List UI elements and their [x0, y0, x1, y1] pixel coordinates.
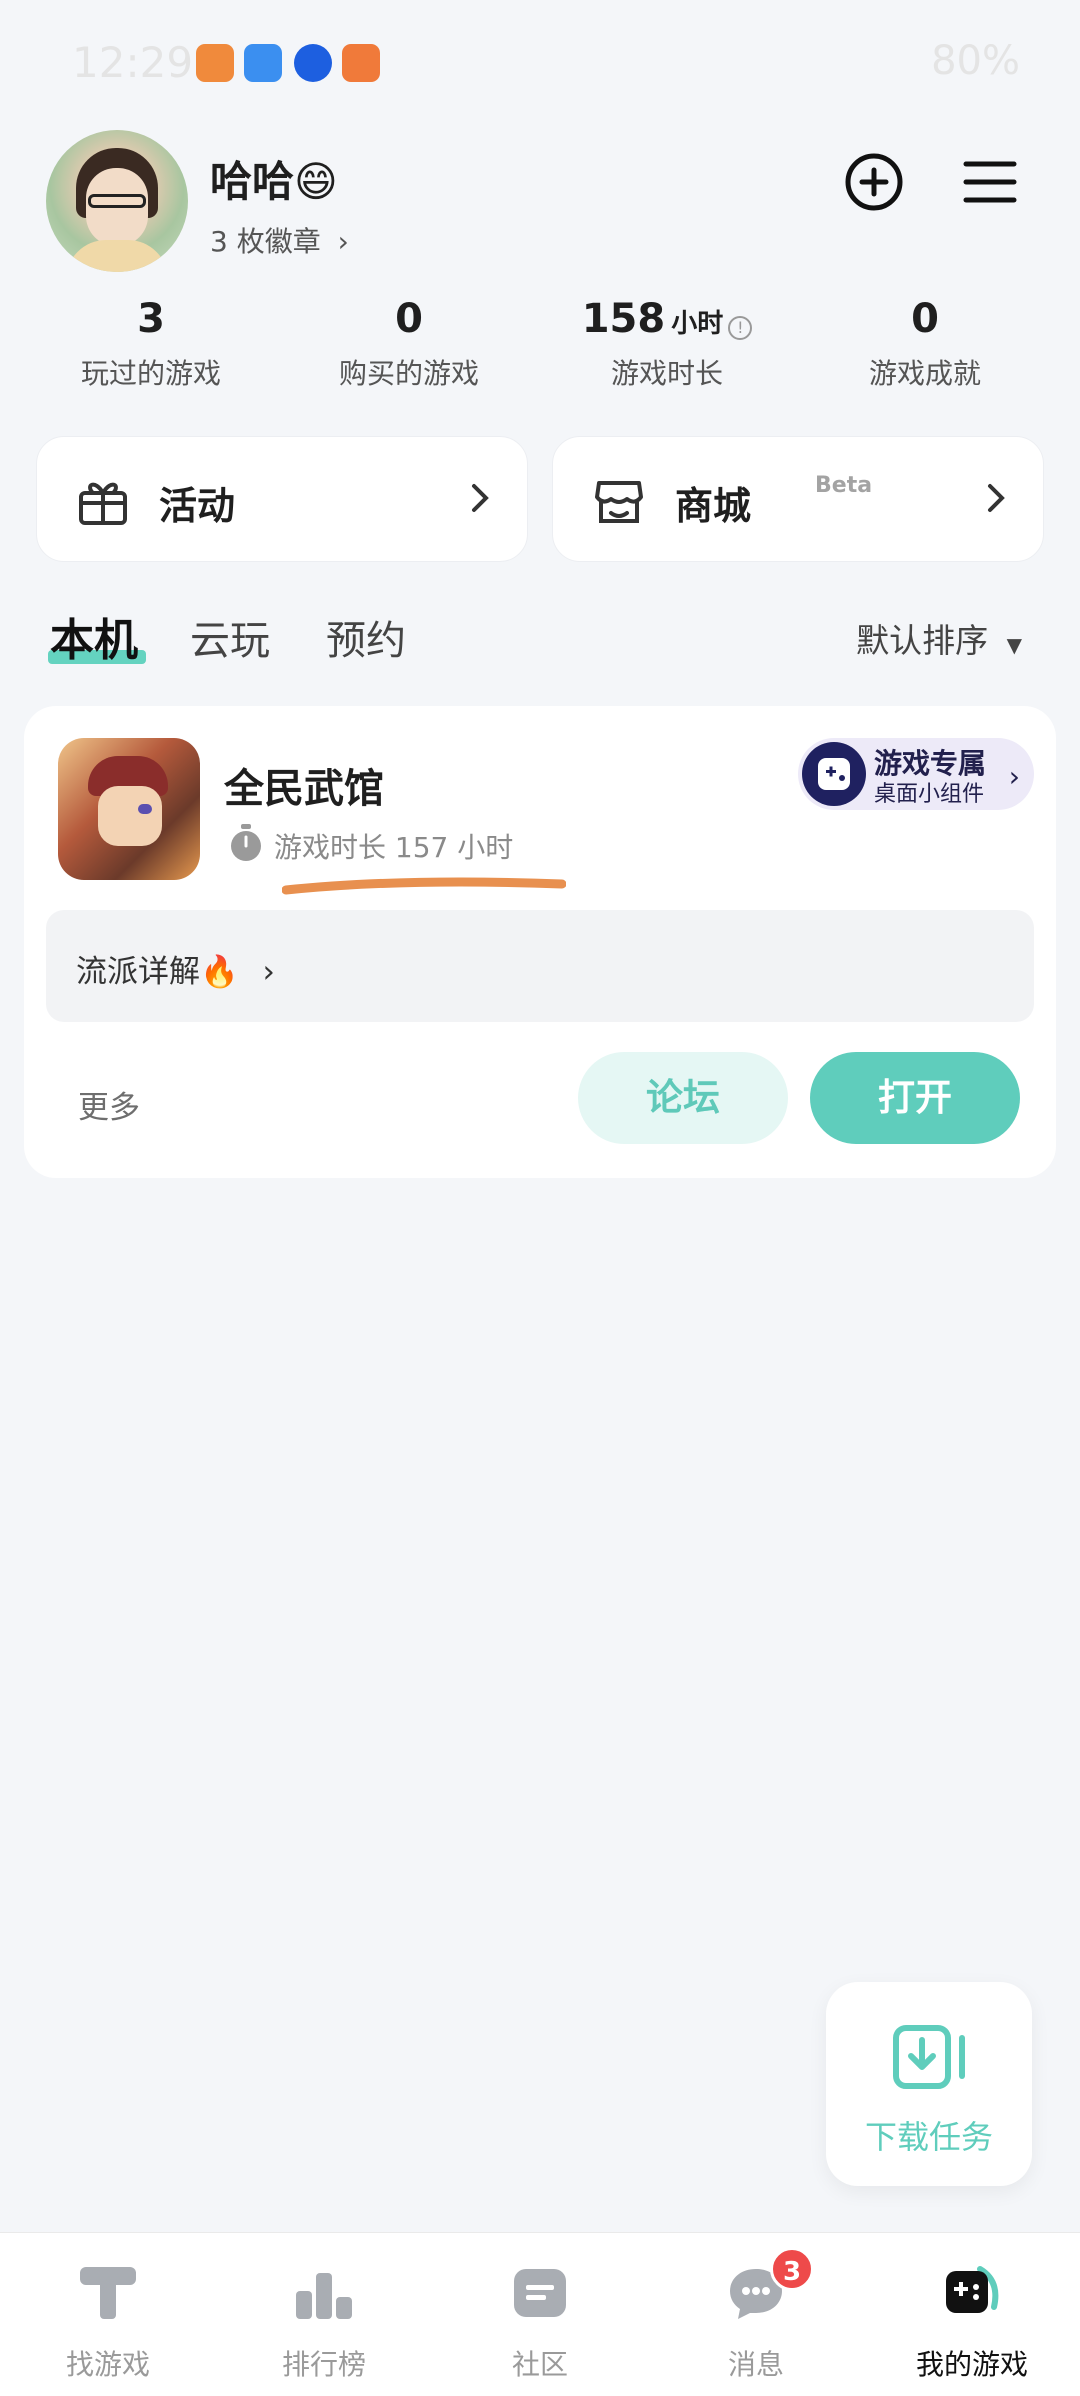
- download-tasks-label: 下载任务: [864, 2118, 993, 2156]
- stat-value: 0: [395, 296, 423, 342]
- chevron-right-icon: ›: [337, 225, 349, 258]
- app-notification-icon: [294, 44, 332, 82]
- download-tasks-button[interactable]: 下载任务: [826, 1982, 1032, 2186]
- gamepad-icon: [802, 742, 866, 806]
- stat-label: 玩过的游戏: [80, 357, 221, 390]
- widget-subtitle: 桌面小组件: [874, 782, 985, 807]
- ranking-icon: [296, 2273, 352, 2319]
- gift-icon: [79, 482, 127, 525]
- guide-link[interactable]: 流派详解🔥 ›: [46, 910, 1034, 1022]
- guide-label: 流派详解🔥: [76, 954, 239, 990]
- app-notification-icon: [342, 44, 380, 82]
- open-button[interactable]: 打开: [810, 1052, 1020, 1144]
- stat-label: 游戏时长: [610, 357, 723, 390]
- stat-achievements[interactable]: 0 游戏成就: [796, 296, 1054, 392]
- nav-ranking[interactable]: 排行榜: [216, 2233, 432, 2396]
- stat-label: 购买的游戏: [338, 357, 479, 390]
- chevron-right-icon: ›: [1008, 760, 1020, 793]
- badges-label: 3 枚徽章: [210, 225, 321, 258]
- stopwatch-icon: [231, 824, 261, 861]
- tab-local[interactable]: 本机: [50, 604, 138, 668]
- tab-reserve[interactable]: 预约: [326, 608, 406, 666]
- notification-badge: 3: [770, 2247, 814, 2291]
- annotation-underline: [282, 877, 566, 895]
- beta-tag: Beta: [815, 473, 873, 498]
- tab-cloud[interactable]: 云玩: [190, 608, 270, 666]
- nav-find-games[interactable]: 找游戏: [0, 2233, 216, 2396]
- add-circle-icon[interactable]: [842, 150, 906, 214]
- nav-messages[interactable]: 3 消息: [648, 2233, 864, 2396]
- stat-played-games[interactable]: 3 玩过的游戏: [22, 296, 280, 392]
- bottom-nav: 找游戏 排行榜 社区 3 消息 我的游戏: [0, 2232, 1080, 2396]
- app-notification-icon: [244, 44, 282, 82]
- nav-label: 我的游戏: [915, 2348, 1028, 2381]
- community-icon: [514, 2269, 566, 2317]
- caret-down-icon: ▼: [1006, 633, 1022, 657]
- chevron-right-icon: [472, 484, 489, 512]
- more-link[interactable]: 更多: [78, 1082, 140, 1127]
- app-notification-icon: [196, 44, 234, 82]
- stat-value: 3: [137, 296, 165, 342]
- status-bar: 12:29 80%: [0, 0, 1080, 130]
- stat-play-time[interactable]: 158 小时 ! 游戏时长: [538, 296, 796, 392]
- game-title[interactable]: 全民武馆: [224, 756, 384, 814]
- nav-label: 社区: [511, 2348, 568, 2381]
- sort-label: 默认排序: [856, 621, 989, 660]
- activity-card[interactable]: 活动: [36, 436, 528, 562]
- chevron-right-icon: ›: [262, 954, 275, 990]
- desktop-widget-button[interactable]: 游戏专属 桌面小组件 ›: [798, 738, 1034, 810]
- info-icon[interactable]: !: [728, 315, 753, 340]
- nav-my-games[interactable]: 我的游戏: [864, 2233, 1080, 2396]
- game-icon[interactable]: [58, 738, 200, 880]
- sort-dropdown[interactable]: 默认排序 ▼: [856, 614, 1022, 662]
- my-games-icon: [946, 2266, 999, 2313]
- forum-button[interactable]: 论坛: [578, 1052, 788, 1144]
- avatar[interactable]: [46, 130, 188, 272]
- stat-value: 158: [581, 296, 666, 342]
- chevron-right-icon: [988, 484, 1005, 512]
- stat-unit: 小时: [671, 309, 724, 339]
- download-icon: [893, 2025, 965, 2089]
- mall-label: 商城: [675, 484, 752, 528]
- game-card[interactable]: 全民武馆 游戏时长 157 小时 游戏专属 桌面小组件 › 流派详解🔥 › 更多…: [24, 706, 1056, 1178]
- mall-card[interactable]: 商城 Beta: [552, 436, 1044, 562]
- menu-icon[interactable]: [958, 150, 1022, 214]
- nav-label: 排行榜: [281, 2348, 366, 2381]
- user-name[interactable]: 哈哈😄: [210, 148, 338, 209]
- store-icon: [595, 481, 643, 523]
- status-battery: 80%: [931, 38, 1020, 84]
- stat-label: 游戏成就: [868, 357, 981, 390]
- status-time: 12:29: [72, 38, 194, 87]
- find-games-icon: [80, 2267, 136, 2319]
- nav-label: 消息: [727, 2348, 784, 2381]
- nav-label: 找游戏: [65, 2348, 150, 2381]
- game-playtime: 游戏时长 157 小时: [274, 831, 514, 864]
- stat-value: 0: [911, 296, 939, 342]
- nav-community[interactable]: 社区: [432, 2233, 648, 2396]
- badges-link[interactable]: 3 枚徽章 ›: [210, 220, 349, 260]
- activity-label: 活动: [159, 484, 236, 528]
- stat-purchased-games[interactable]: 0 购买的游戏: [280, 296, 538, 392]
